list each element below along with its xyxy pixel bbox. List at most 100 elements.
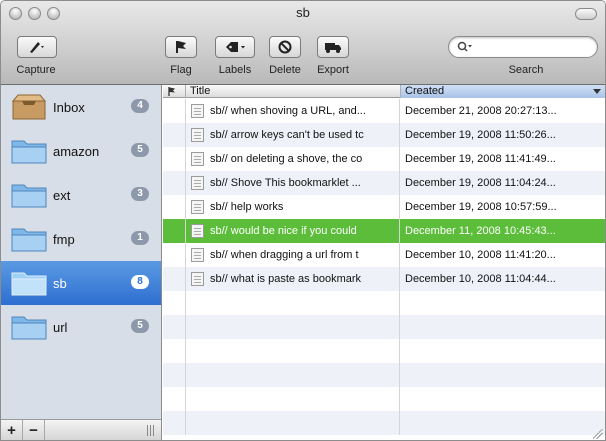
- tag-icon: [226, 42, 245, 52]
- capture-button[interactable]: [17, 36, 57, 58]
- count-badge: 3: [131, 187, 149, 201]
- delete-label: Delete: [269, 64, 301, 76]
- title-cell: sb// when dragging a url from t: [186, 243, 400, 267]
- remove-folder-button[interactable]: −: [23, 420, 45, 440]
- title-cell: [186, 339, 400, 363]
- table-row[interactable]: sb// help works December 19, 2008 10:57:…: [163, 195, 605, 219]
- flag-cell[interactable]: [163, 195, 186, 219]
- folder-icon: [11, 316, 47, 340]
- export-label: Export: [317, 64, 349, 76]
- search-input[interactable]: [477, 41, 587, 53]
- prohibit-icon: [278, 40, 292, 54]
- created-cell: December 10, 2008 11:04:44...: [405, 273, 556, 285]
- inbox-icon: [11, 94, 47, 120]
- count-badge: 5: [131, 143, 149, 157]
- folder-icon: [11, 140, 47, 164]
- flag-cell[interactable]: [163, 171, 186, 195]
- created-cell: December 19, 2008 11:41:49...: [405, 153, 556, 165]
- flag-cell: [163, 411, 186, 435]
- title-cell: [186, 363, 400, 387]
- title-text: sb// what is paste as bookmark: [210, 273, 362, 285]
- flag-icon: [168, 87, 175, 96]
- table-row-selected[interactable]: sb// would be nice if you could December…: [163, 219, 605, 243]
- note-icon: [191, 200, 204, 214]
- count-badge: 5: [131, 319, 149, 333]
- flag-cell[interactable]: [163, 219, 186, 243]
- flag-button[interactable]: [165, 36, 197, 58]
- flag-icon: [176, 41, 186, 53]
- table-body: sb// when shoving a URL, and... December…: [163, 99, 605, 435]
- created-cell: December 19, 2008 10:57:59...: [405, 201, 557, 213]
- table-row[interactable]: sb// Shove This bookmarklet ... December…: [163, 171, 605, 195]
- note-icon: [191, 176, 204, 190]
- table-row[interactable]: sb// when shoving a URL, and... December…: [163, 99, 605, 123]
- search-icon: [457, 41, 472, 52]
- flag-cell: [163, 339, 186, 363]
- note-icon: [191, 128, 204, 142]
- title-cell: [186, 411, 400, 435]
- title-cell: sb// on deleting a shove, the co: [186, 147, 400, 171]
- title-text: sb// help works: [210, 201, 284, 213]
- labels-label: Labels: [218, 64, 252, 76]
- sidebar-item-inbox[interactable]: Inbox 4: [1, 85, 161, 129]
- labels-button[interactable]: [215, 36, 255, 58]
- pencil-icon: [30, 42, 44, 53]
- title-text: sb// when dragging a url from t: [210, 249, 359, 261]
- title-cell: sb// arrow keys can't be used tc: [186, 123, 400, 147]
- empty-row: [163, 291, 605, 315]
- flag-cell[interactable]: [163, 267, 186, 291]
- note-icon: [191, 224, 204, 238]
- toolbar-toggle-button[interactable]: [575, 8, 597, 20]
- window-resize-handle[interactable]: [593, 429, 603, 439]
- title-cell: sb// Shove This bookmarklet ...: [186, 171, 400, 195]
- export-button[interactable]: [317, 36, 349, 58]
- title-cell: [186, 315, 400, 339]
- title-cell: sb// when shoving a URL, and...: [186, 99, 400, 123]
- sidebar-item-label: sb: [53, 275, 67, 291]
- sidebar-item-ext[interactable]: ext 3: [1, 173, 161, 217]
- flag-cell[interactable]: [163, 147, 186, 171]
- sidebar-item-label: url: [53, 319, 68, 335]
- title-text: sb// when shoving a URL, and...: [210, 105, 366, 117]
- search-field[interactable]: [448, 36, 598, 58]
- capture-label: Capture: [16, 64, 56, 76]
- empty-row: [163, 339, 605, 363]
- created-cell: December 11, 2008 10:45:43...: [405, 225, 556, 237]
- flag-label: Flag: [170, 64, 192, 76]
- column-header-title[interactable]: Title: [186, 85, 401, 98]
- table-row[interactable]: sb// arrow keys can't be used tc Decembe…: [163, 123, 605, 147]
- note-icon: [191, 152, 204, 166]
- search-label: Search: [508, 64, 544, 76]
- column-header-created[interactable]: Created: [401, 85, 605, 98]
- empty-row: [163, 411, 605, 435]
- sidebar-item-fmp[interactable]: fmp 1: [1, 217, 161, 261]
- title-cell: sb// help works: [186, 195, 400, 219]
- column-header-flag[interactable]: [163, 85, 186, 98]
- table-row[interactable]: sb// when dragging a url from t December…: [163, 243, 605, 267]
- empty-row: [163, 387, 605, 411]
- sidebar-item-sb[interactable]: sb 8: [1, 261, 161, 305]
- sidebar-item-label: fmp: [53, 231, 75, 247]
- table-row[interactable]: sb// what is paste as bookmark December …: [163, 267, 605, 291]
- table-row[interactable]: sb// on deleting a shove, the co Decembe…: [163, 147, 605, 171]
- count-badge: 4: [131, 99, 149, 113]
- folder-icon: [11, 184, 47, 208]
- folder-icon: [11, 228, 47, 252]
- sidebar-item-amazon[interactable]: amazon 5: [1, 129, 161, 173]
- flag-cell[interactable]: [163, 99, 186, 123]
- add-folder-button[interactable]: +: [1, 420, 23, 440]
- note-icon: [191, 104, 204, 118]
- created-cell: December 19, 2008 11:50:26...: [405, 129, 556, 141]
- flag-cell[interactable]: [163, 123, 186, 147]
- created-cell: December 19, 2008 11:04:24...: [405, 177, 556, 189]
- sidebar-resize-handle[interactable]: [147, 425, 155, 436]
- delete-button[interactable]: [269, 36, 301, 58]
- sidebar-item-label: Inbox: [53, 99, 85, 115]
- count-badge: 8: [131, 275, 149, 289]
- sidebar: Inbox 4 amazon 5 ext 3 fmp 1 sb 8 url 5 …: [1, 85, 162, 440]
- note-icon: [191, 248, 204, 262]
- flag-cell[interactable]: [163, 243, 186, 267]
- created-cell: December 10, 2008 11:41:20...: [405, 249, 556, 261]
- truck-icon: [325, 43, 341, 53]
- sidebar-item-url[interactable]: url 5: [1, 305, 161, 349]
